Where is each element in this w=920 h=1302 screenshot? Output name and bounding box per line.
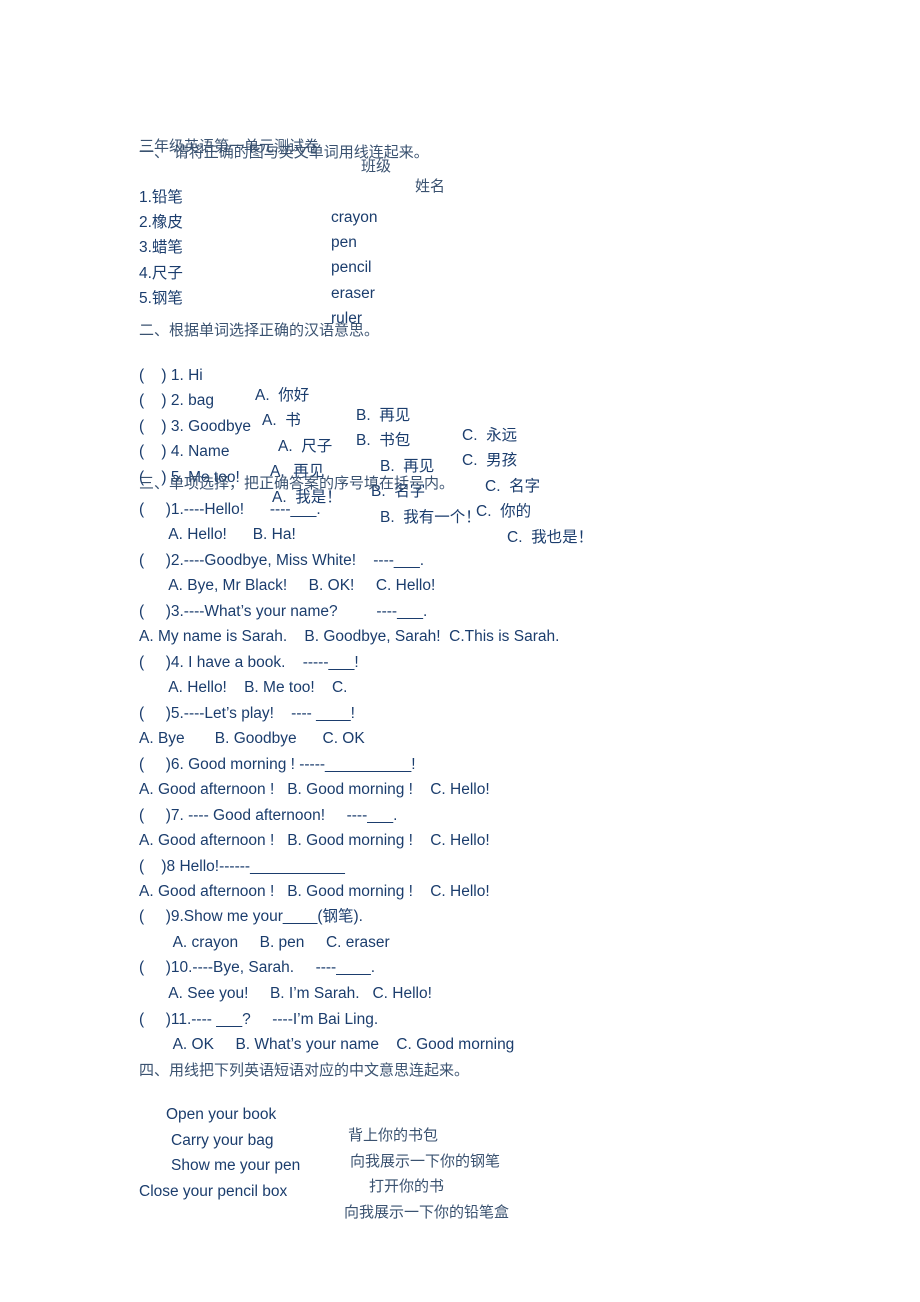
document-page: 三年级英语第一单元测试卷 班级 姓名 一、 请将正确的图与英文单词用线连起来。 …: [0, 0, 920, 1302]
question-line: ( )11.---- ___? ----I’m Bai Ling.: [139, 1011, 379, 1028]
option-a: A. 你好: [255, 387, 310, 404]
question-line: ( )7. ---- Good afternoon! ----___.: [139, 807, 398, 824]
option-a: A. 尺子: [278, 438, 333, 455]
section2-heading: 二、根据单词选择正确的汉语意思。: [139, 321, 380, 339]
question-line: ( )2.----Goodbye, Miss White! ----___.: [139, 552, 425, 569]
question-line: ( )10.----Bye, Sarah. ----____.: [139, 959, 376, 976]
options-line: A. OK B. What’s your name C. Good mornin…: [139, 1036, 515, 1053]
phrase-chinese: 打开你的书: [369, 1177, 445, 1195]
option-c: C. 永远: [462, 427, 518, 444]
option-c: C. 你的: [476, 503, 532, 520]
options-line: A. Hello! B. Ha!: [139, 526, 296, 543]
phrase-english: Open your book: [166, 1106, 277, 1123]
question-line: ( )3.----What’s your name? ----___.: [139, 603, 428, 620]
name-label: 姓名: [415, 177, 446, 195]
phrase-chinese: 背上你的书包: [348, 1126, 439, 1144]
options-line: A. Hello! B. Me too! C.: [139, 679, 348, 696]
option-c: C. 名字: [485, 478, 541, 495]
options-line: A. Bye, Mr Black! B. OK! C. Hello!: [139, 577, 436, 594]
option-b: B. 书包: [356, 432, 411, 449]
options-line: A. See you! B. I’m Sarah. C. Hello!: [139, 985, 432, 1002]
options-line: A. Bye B. Goodbye C. OK: [139, 730, 365, 747]
section1-heading: 一、 请将正确的图与英文单词用线连起来。: [139, 143, 429, 161]
phrase-chinese: 向我展示一下你的钢笔: [350, 1152, 501, 1170]
option-c: C. 男孩: [462, 452, 518, 469]
section3-heading: 三、单项选择，把正确答案的序号填在括号内。: [139, 474, 455, 492]
section4-heading: 四、用线把下列英语短语对应的中文意思连起来。: [139, 1061, 470, 1079]
option-a: A. 书: [262, 412, 301, 429]
option-c: C. 我也是！: [507, 529, 594, 546]
options-line: A. Good afternoon ! B. Good morning ! C.…: [139, 883, 490, 900]
match-left-item: 5.钢笔: [139, 290, 183, 307]
question-line: ( )8 Hello!------___________: [139, 858, 345, 875]
phrase-english: Carry your bag: [171, 1132, 274, 1149]
options-line: A. crayon B. pen C. eraser: [139, 934, 390, 951]
match-right-item: pen: [331, 234, 357, 251]
options-line: A. Good afternoon ! B. Good morning ! C.…: [139, 832, 490, 849]
question-line: ( )5.----Let’s play! ---- ____!: [139, 705, 355, 722]
match-right-item: eraser: [331, 285, 375, 302]
phrase-english: Show me your pen: [171, 1157, 301, 1174]
question-line: ( )9.Show me your____(钢笔).: [139, 908, 363, 925]
question-line: ( )4. I have a book. -----___!: [139, 654, 359, 671]
option-b: B. 再见: [356, 407, 411, 424]
match-right-item: pencil: [331, 259, 372, 276]
phrase-row: Close your pencil box 向我展示一下你的铅笔盒: [139, 1162, 509, 1242]
phrase-chinese: 向我展示一下你的铅笔盒: [344, 1203, 510, 1221]
match-right-item: crayon: [331, 209, 378, 226]
options-line: A. My name is Sarah. B. Goodbye, Sarah! …: [139, 628, 560, 645]
option-b: B. 我有一个！: [380, 509, 481, 526]
phrase-english: Close your pencil box: [139, 1183, 288, 1200]
options-line: A. Good afternoon ! B. Good morning ! C.…: [139, 781, 490, 798]
question-line: ( )1.----Hello! ----___.: [139, 501, 321, 518]
question-line: ( )6. Good morning ! -----__________!: [139, 756, 416, 773]
